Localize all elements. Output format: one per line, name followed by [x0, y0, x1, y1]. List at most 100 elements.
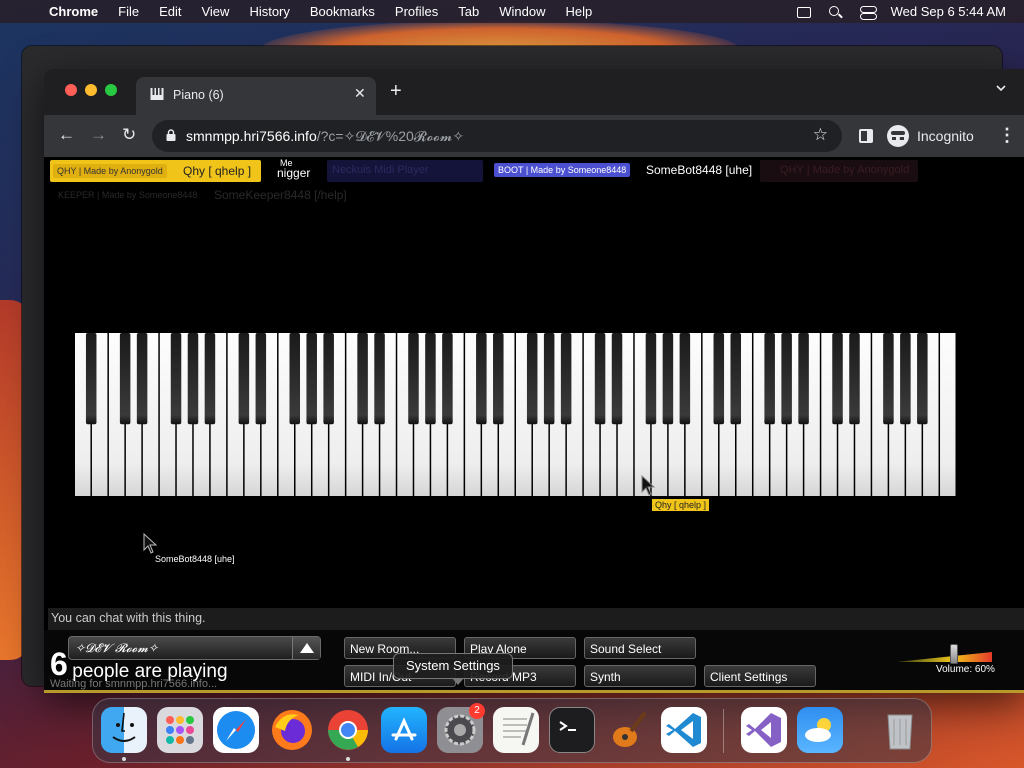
black-key[interactable] — [136, 333, 148, 425]
black-key[interactable] — [560, 333, 572, 425]
black-key[interactable] — [713, 333, 725, 425]
volume-slider[interactable]: Volume: 60% — [896, 642, 996, 678]
black-key[interactable] — [883, 333, 894, 425]
chat-input[interactable]: You can chat with this thing. — [48, 608, 1024, 630]
room-expand-icon[interactable] — [292, 637, 320, 659]
black-key[interactable] — [764, 333, 775, 425]
incognito-indicator[interactable]: Incognito — [887, 122, 974, 150]
address-bar[interactable]: smnmpp.hri7566.info/?c=✧𝓓𝓔𝓥%20𝓡𝓸𝓸𝓶✧ ☆ — [152, 120, 842, 152]
forward-arrow-icon[interactable]: → — [90, 125, 107, 145]
control-center-icon[interactable] — [859, 5, 877, 20]
menubar-clock[interactable]: Wed Sep 6 5:44 AM — [891, 4, 1006, 19]
black-key[interactable] — [679, 333, 691, 425]
black-key[interactable] — [798, 333, 809, 425]
black-key[interactable] — [832, 333, 843, 425]
black-key[interactable] — [917, 333, 928, 425]
back-arrow-icon[interactable]: ← — [58, 125, 75, 145]
black-key[interactable] — [730, 333, 742, 425]
system-settings-icon[interactable]: 2 — [437, 703, 485, 753]
black-key[interactable] — [645, 333, 657, 425]
minimize-window-button[interactable] — [85, 84, 97, 96]
screen-mirroring-icon[interactable] — [795, 5, 813, 19]
black-key[interactable] — [238, 333, 250, 425]
menu-window[interactable]: Window — [499, 4, 545, 19]
menu-history[interactable]: History — [249, 4, 289, 19]
player-me[interactable]: Me nigger — [274, 157, 320, 183]
black-key[interactable] — [306, 333, 317, 425]
player-faded-1[interactable]: Neckuis Midi Player — [327, 160, 483, 182]
menu-tab[interactable]: Tab — [458, 4, 479, 19]
app-store-icon[interactable] — [381, 707, 427, 753]
menu-help[interactable]: Help — [566, 4, 593, 19]
white-key[interactable] — [940, 333, 956, 496]
black-key[interactable] — [526, 333, 538, 425]
tab-close-icon[interactable]: ✕ — [354, 85, 366, 102]
black-key[interactable] — [323, 333, 334, 425]
weather-icon[interactable] — [797, 707, 843, 753]
chrome-menu-icon[interactable]: ⋮ — [998, 125, 1016, 146]
chrome-icon[interactable] — [325, 707, 371, 753]
black-key[interactable] — [255, 333, 267, 425]
side-panel-icon[interactable] — [859, 129, 873, 143]
lock-icon[interactable] — [166, 129, 176, 141]
black-key[interactable] — [357, 333, 368, 425]
player-keeper[interactable]: KEEPER | Made by Someone8448 SomeKeeper8… — [50, 187, 360, 205]
player-faded-2[interactable]: QHY | Made by Anonygold — [760, 160, 918, 182]
black-key[interactable] — [662, 333, 674, 425]
bookmark-star-icon[interactable]: ☆ — [813, 125, 828, 145]
launchpad-icon[interactable] — [157, 707, 203, 753]
black-key[interactable] — [119, 333, 131, 425]
menu-edit[interactable]: Edit — [159, 4, 181, 19]
black-key[interactable] — [442, 333, 453, 425]
volume-gradient — [896, 652, 992, 662]
tab-search-chevron-icon[interactable] — [996, 83, 1006, 93]
black-key[interactable] — [594, 333, 606, 425]
black-key[interactable] — [289, 333, 301, 425]
piano-keyboard[interactable] — [75, 333, 957, 496]
reload-icon[interactable]: ↻ — [122, 125, 136, 145]
player-qhy[interactable]: QHY | Made by Anonygold Qhy [ qhelp ] — [50, 160, 261, 182]
black-key[interactable] — [170, 333, 182, 425]
close-window-button[interactable] — [65, 84, 77, 96]
menu-bookmarks[interactable]: Bookmarks — [310, 4, 375, 19]
client-settings-button[interactable]: Client Settings — [704, 665, 816, 687]
menu-view[interactable]: View — [201, 4, 229, 19]
black-key[interactable] — [493, 333, 504, 425]
sound-select-button[interactable]: Sound Select — [584, 637, 696, 659]
new-tab-icon[interactable]: + — [390, 80, 402, 103]
black-key[interactable] — [781, 333, 792, 425]
black-key[interactable] — [408, 333, 419, 425]
player-boot[interactable]: BOOT | Made by Someone8448 SomeBot8448 [… — [494, 160, 759, 182]
black-key[interactable] — [85, 333, 97, 425]
synth-button[interactable]: Synth — [584, 665, 696, 687]
spotlight-search-icon[interactable] — [827, 5, 845, 19]
finder-icon[interactable] — [101, 707, 147, 753]
tab-piano[interactable]: Piano (6) ✕ — [136, 77, 376, 115]
safari-icon[interactable] — [213, 707, 259, 753]
black-key[interactable] — [374, 333, 385, 425]
black-key[interactable] — [425, 333, 436, 425]
visual-studio-icon[interactable] — [741, 707, 787, 753]
black-key[interactable] — [204, 333, 216, 425]
dock-tooltip: System Settings — [393, 653, 513, 685]
garageband-icon[interactable] — [605, 707, 651, 753]
black-key[interactable] — [849, 333, 860, 425]
player-name-bot: SomeBot8448 [uhe] — [646, 163, 753, 177]
textedit-icon[interactable] — [493, 707, 539, 753]
terminal-icon[interactable] — [549, 707, 595, 753]
black-key[interactable] — [187, 333, 199, 425]
black-key[interactable] — [611, 333, 623, 425]
menu-file[interactable]: File — [118, 4, 139, 19]
black-key[interactable] — [476, 333, 487, 425]
zoom-window-button[interactable] — [105, 84, 117, 96]
player-tag-keeper: KEEPER | Made by Someone8448 — [58, 190, 198, 200]
menu-profiles[interactable]: Profiles — [395, 4, 438, 19]
vscode-icon[interactable] — [661, 707, 707, 753]
firefox-icon[interactable] — [269, 707, 315, 753]
black-key[interactable] — [900, 333, 911, 425]
trash-icon[interactable] — [877, 707, 923, 753]
notification-badge: 2 — [469, 703, 485, 719]
volume-knob[interactable] — [950, 644, 958, 664]
black-key[interactable] — [543, 333, 555, 425]
menu-app-name[interactable]: Chrome — [49, 4, 98, 19]
